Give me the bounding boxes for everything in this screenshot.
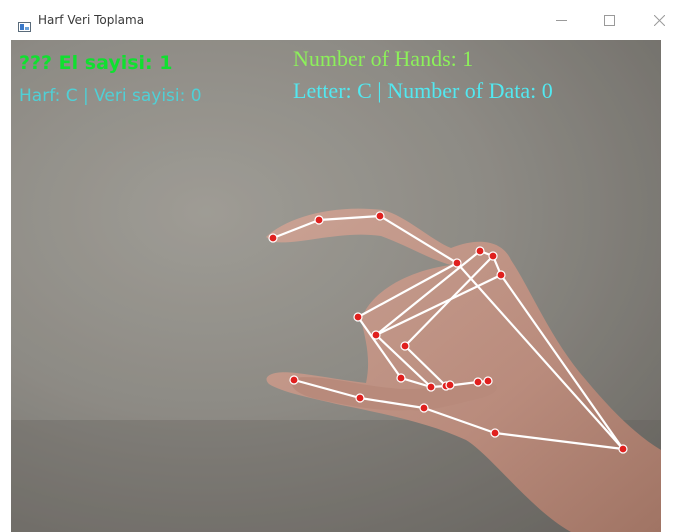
- minimize-icon: [555, 15, 567, 26]
- close-icon: [653, 14, 665, 26]
- minimize-button[interactable]: [538, 0, 584, 40]
- landmark-point: [419, 403, 429, 413]
- landmark-point: [375, 211, 385, 221]
- landmark-point: [618, 444, 628, 454]
- landmark-point: [452, 258, 462, 268]
- maximize-icon: [603, 14, 615, 26]
- landmark-point: [353, 312, 363, 322]
- window-title: Harf Veri Toplama: [38, 13, 145, 27]
- maximize-button[interactable]: [586, 0, 632, 40]
- hand-count-text-en: Number of Hands: 1: [293, 46, 474, 71]
- landmark-point: [314, 215, 324, 225]
- camera-feed: ??? El sayisi: 1 Harf: C | Veri sayisi: …: [11, 40, 661, 532]
- landmark-point: [268, 233, 278, 243]
- landmark-point: [490, 428, 500, 438]
- landmark-point: [289, 375, 299, 385]
- landmark-point: [400, 341, 410, 351]
- landmark-point: [396, 373, 406, 383]
- app-window-icon: [18, 17, 31, 32]
- landmark-point: [355, 393, 365, 403]
- hand-count-text-tr: ??? El sayisi: 1: [19, 52, 173, 74]
- landmark-point: [371, 330, 381, 340]
- landmark-point: [483, 376, 493, 386]
- close-button[interactable]: [636, 0, 673, 40]
- letter-data-text-en: Letter: C | Number of Data: 0: [293, 78, 553, 103]
- app-window: Harf Veri Toplama ??? El sayisi: 1 Harf:…: [0, 0, 673, 532]
- landmark-point: [475, 246, 485, 256]
- title-bar[interactable]: Harf Veri Toplama: [0, 0, 673, 40]
- landmark-point: [496, 270, 506, 280]
- letter-data-text-tr: Harf: C | Veri sayisi: 0: [19, 86, 202, 106]
- landmark-point: [426, 382, 436, 392]
- landmark-point: [473, 377, 483, 387]
- landmark-point: [488, 251, 498, 261]
- camera-scene: [11, 40, 661, 532]
- landmark-point: [445, 380, 455, 390]
